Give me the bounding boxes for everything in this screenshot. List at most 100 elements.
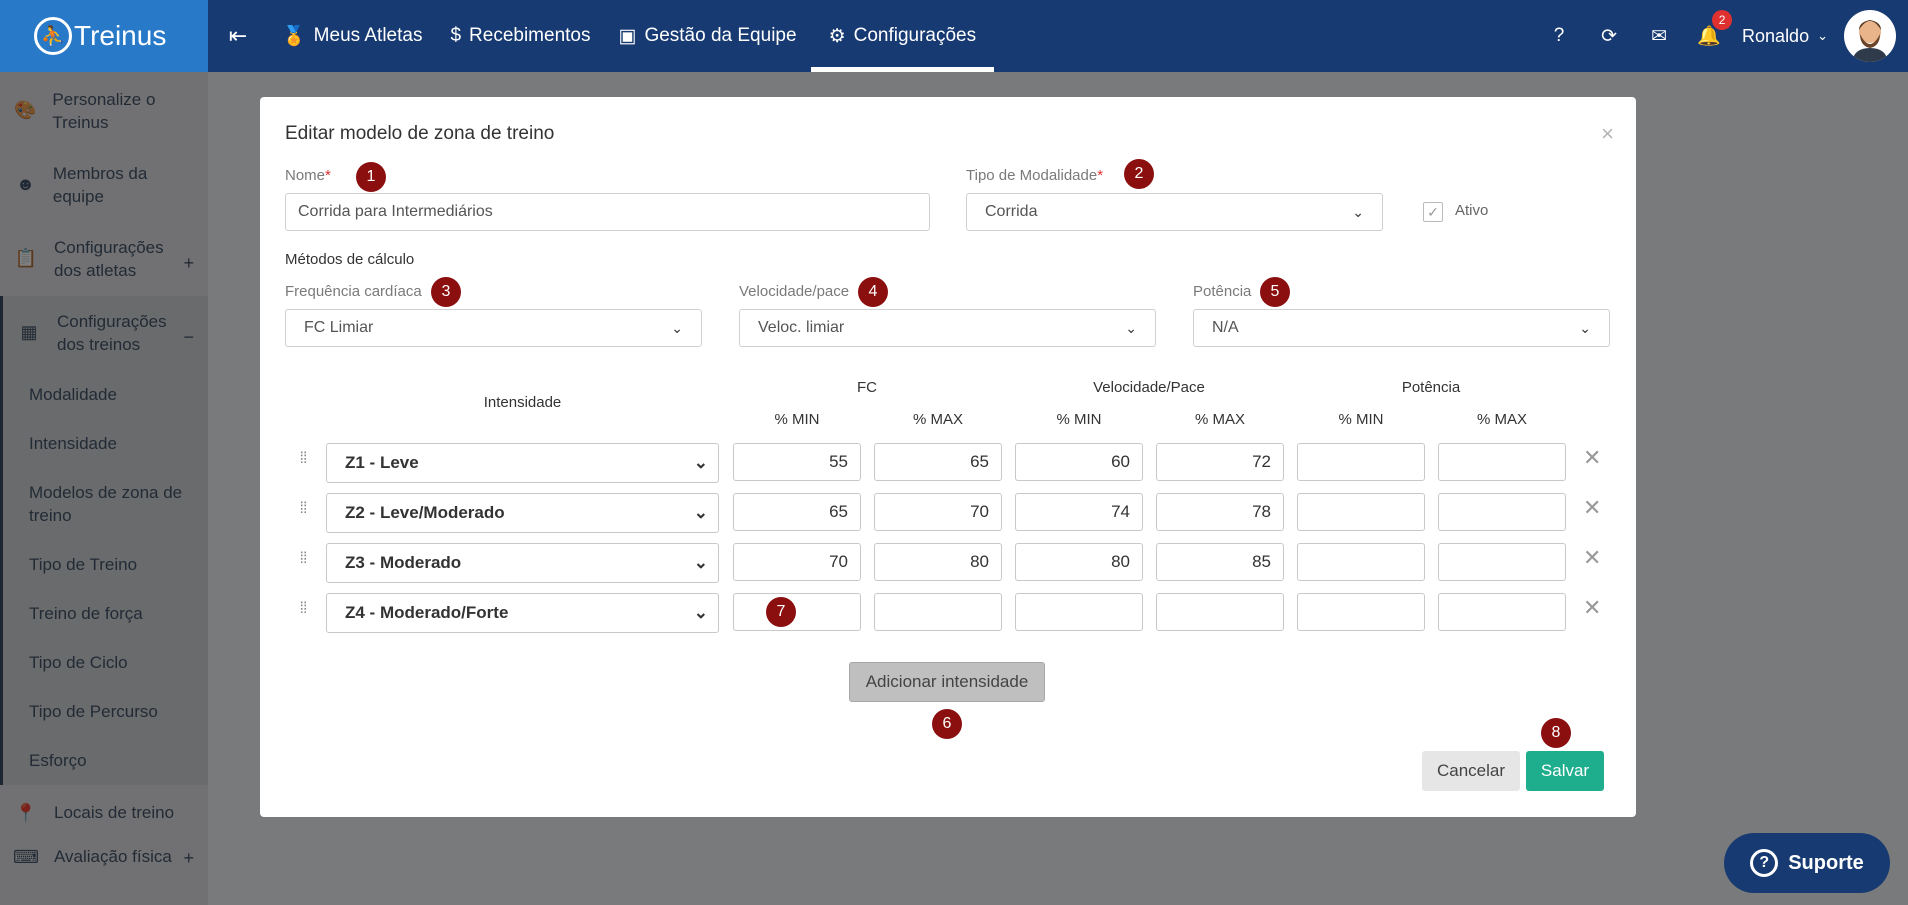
marker-4: 4 — [858, 277, 888, 307]
drag-handle-icon[interactable]: ⁞⁞ — [295, 551, 311, 567]
close-icon[interactable]: × — [1601, 121, 1614, 147]
nome-label: Nome* — [285, 167, 331, 184]
nav-label: Recebimentos — [469, 25, 591, 46]
help-icon[interactable]: ? — [1534, 25, 1584, 47]
ativo-label: Ativo — [1455, 202, 1489, 219]
zone-value: Z3 - Moderado — [345, 553, 462, 572]
marker-5: 5 — [1260, 277, 1290, 307]
marker-8: 8 — [1541, 718, 1571, 748]
pot-min-input[interactable] — [1297, 543, 1425, 581]
vel-max-header: % MAX — [1194, 411, 1245, 428]
zone-value: Z4 - Moderado/Forte — [345, 603, 509, 622]
vel-min-input[interactable]: 74 — [1015, 493, 1143, 531]
avatar[interactable] — [1844, 10, 1896, 62]
pot-min-input[interactable] — [1297, 443, 1425, 481]
ativo-checkbox[interactable]: ✓ — [1423, 202, 1443, 222]
chevron-down-icon: ⌄ — [1579, 319, 1591, 336]
fc-max-header: % MAX — [912, 411, 963, 428]
zone-value: Z2 - Leve/Moderado — [345, 503, 505, 522]
sync-icon[interactable]: ⟳ — [1584, 25, 1634, 48]
collapse-sidebar-icon[interactable]: ⇤ — [208, 0, 268, 72]
chevron-down-icon: ⌄ — [1352, 203, 1364, 220]
remove-row-icon[interactable]: ✕ — [1583, 445, 1601, 471]
fc-min-input[interactable]: 55 — [733, 443, 861, 481]
fc-label: Frequência cardíaca — [285, 283, 422, 300]
fc-header: FC — [857, 379, 877, 396]
modalidade-label: Tipo de Modalidade* — [966, 167, 1104, 184]
vel-min-input[interactable]: 60 — [1015, 443, 1143, 481]
medal-icon: 🏅 — [282, 26, 306, 47]
vel-max-input[interactable]: 85 — [1156, 543, 1284, 581]
vel-method-value: Veloc. limiar — [758, 319, 845, 336]
marker-2: 2 — [1124, 159, 1154, 189]
chevron-down-icon: ⌄ — [693, 603, 708, 622]
pot-min-input[interactable] — [1297, 593, 1425, 631]
pot-label: Potência — [1193, 283, 1252, 300]
vel-min-input[interactable] — [1015, 593, 1143, 631]
chevron-down-icon: ⌄ — [671, 319, 683, 336]
question-circle-icon: ? — [1750, 849, 1779, 877]
chevron-down-icon: ⌄ — [693, 553, 708, 572]
vel-max-input[interactable]: 72 — [1156, 443, 1284, 481]
pot-max-input[interactable] — [1438, 593, 1566, 631]
remove-row-icon[interactable]: ✕ — [1583, 595, 1601, 621]
user-menu[interactable]: Ronaldo ⌄ — [1734, 26, 1844, 47]
vel-max-input[interactable] — [1156, 593, 1284, 631]
mail-icon[interactable]: ✉ — [1634, 25, 1684, 48]
nome-input[interactable]: Corrida para Intermediários — [285, 193, 930, 231]
fc-min-input[interactable] — [733, 593, 861, 631]
zone-select[interactable]: Z2 - Leve/Moderado ⌄ — [326, 493, 719, 533]
support-label: Suporte — [1788, 851, 1864, 874]
fc-method-value: FC Limiar — [304, 319, 374, 336]
notification-badge: 2 — [1712, 10, 1733, 30]
vel-max-input[interactable]: 78 — [1156, 493, 1284, 531]
id-badge-icon: ▣ — [618, 25, 637, 47]
remove-row-icon[interactable]: ✕ — [1583, 545, 1601, 571]
chevron-down-icon: ⌄ — [1125, 319, 1137, 336]
intensidade-header: Intensidade — [483, 394, 562, 411]
nav-meus-atletas[interactable]: 🏅 Meus Atletas — [268, 0, 436, 72]
brand-logo[interactable]: ⛹ Treinus — [0, 0, 208, 72]
gears-icon: ⚙ — [828, 25, 846, 47]
pot-method-value: N/A — [1212, 319, 1239, 336]
nav-label: Meus Atletas — [313, 25, 423, 46]
drag-handle-icon[interactable]: ⁞⁞ — [295, 501, 311, 517]
pot-max-input[interactable] — [1438, 543, 1566, 581]
drag-handle-icon[interactable]: ⁞⁞ — [295, 451, 311, 467]
zone-select[interactable]: Z3 - Moderado ⌄ — [326, 543, 719, 583]
modalidade-select[interactable]: Corrida ⌄ — [966, 193, 1383, 231]
fc-max-input[interactable]: 70 — [874, 493, 1002, 531]
fc-max-input[interactable] — [874, 593, 1002, 631]
vel-min-input[interactable]: 80 — [1015, 543, 1143, 581]
vel-method-select[interactable]: Veloc. limiar ⌄ — [739, 309, 1156, 347]
nav-recebimentos[interactable]: $ Recebimentos — [436, 0, 604, 72]
vel-min-header: % MIN — [1056, 411, 1102, 428]
add-intensity-button[interactable]: Adicionar intensidade — [849, 662, 1045, 702]
fc-method-select[interactable]: FC Limiar ⌄ — [285, 309, 702, 347]
cancel-button[interactable]: Cancelar — [1422, 751, 1520, 791]
pot-max-input[interactable] — [1438, 493, 1566, 531]
modal-title: Editar modelo de zona de treino — [285, 123, 555, 144]
vel-label: Velocidade/pace — [739, 283, 850, 300]
fc-max-input[interactable]: 80 — [874, 543, 1002, 581]
fc-min-input[interactable]: 65 — [733, 493, 861, 531]
bell-icon[interactable]: 🔔 2 — [1684, 10, 1734, 48]
remove-row-icon[interactable]: ✕ — [1583, 495, 1601, 521]
pot-min-input[interactable] — [1297, 493, 1425, 531]
save-button[interactable]: Salvar — [1526, 751, 1604, 791]
nav-configuracoes[interactable]: ⚙ Configurações — [810, 0, 995, 72]
drag-handle-icon[interactable]: ⁞⁞ — [295, 601, 311, 617]
marker-1: 1 — [356, 162, 386, 192]
nav-gestao-equipe[interactable]: ▣ Gestão da Equipe — [604, 0, 810, 72]
pot-method-select[interactable]: N/A ⌄ — [1193, 309, 1610, 347]
marker-6: 6 — [932, 709, 962, 739]
support-button[interactable]: ? Suporte — [1724, 833, 1890, 893]
zone-select[interactable]: Z1 - Leve ⌄ — [326, 443, 719, 483]
zone-select[interactable]: Z4 - Moderado/Forte ⌄ — [326, 593, 719, 633]
pot-header: Potência — [1401, 379, 1461, 396]
pot-max-input[interactable] — [1438, 443, 1566, 481]
chevron-down-icon: ⌄ — [1817, 28, 1828, 43]
nav-label: Configurações — [853, 25, 977, 46]
fc-max-input[interactable]: 65 — [874, 443, 1002, 481]
fc-min-input[interactable]: 70 — [733, 543, 861, 581]
